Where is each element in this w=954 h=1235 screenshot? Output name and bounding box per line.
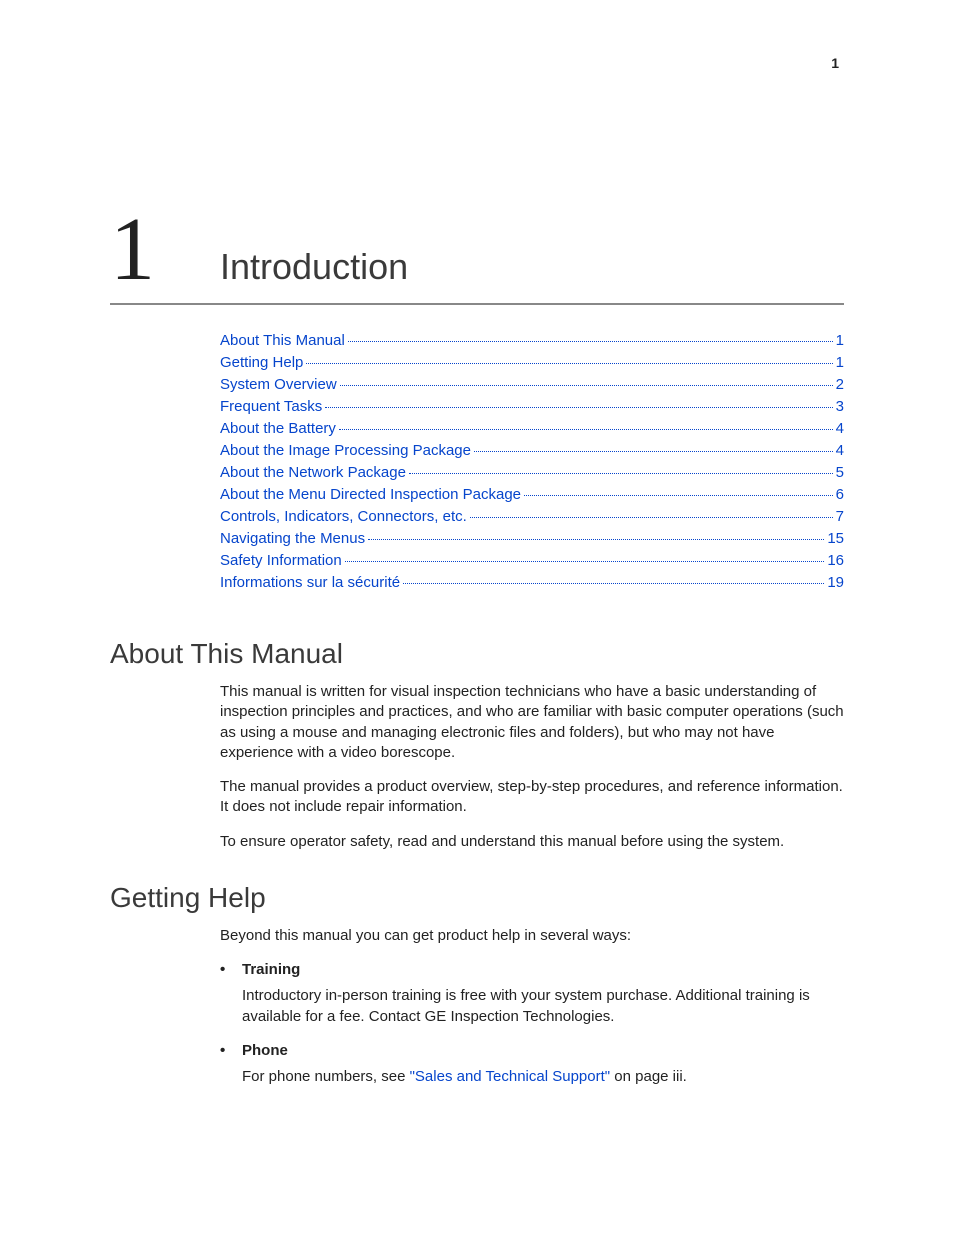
toc-leader: [474, 451, 833, 452]
section-heading-about-manual: About This Manual: [110, 638, 844, 670]
toc-title: System Overview: [220, 374, 337, 395]
list-item: • Training: [220, 960, 844, 980]
toc-leader: [339, 429, 833, 430]
table-of-contents: About This Manual 1 Getting Help 1 Syste…: [220, 330, 844, 593]
toc-entry[interactable]: Controls, Indicators, Connectors, etc. 7: [220, 506, 844, 527]
toc-page: 1: [836, 330, 844, 351]
list-item: • Phone: [220, 1041, 844, 1061]
toc-entry[interactable]: Informations sur la sécurité 19: [220, 572, 844, 593]
toc-title: Frequent Tasks: [220, 396, 322, 417]
list-item-label: Phone: [242, 1041, 288, 1061]
list-item-label: Training: [242, 960, 300, 980]
bullet-icon: •: [220, 1041, 242, 1061]
toc-leader: [403, 583, 824, 584]
toc-leader: [368, 539, 824, 540]
paragraph: This manual is written for visual inspec…: [220, 682, 844, 763]
toc-page: 4: [836, 418, 844, 439]
toc-page: 19: [827, 572, 844, 593]
list-item-body: Introductory in-person training is free …: [242, 986, 844, 1027]
toc-title: Controls, Indicators, Connectors, etc.: [220, 506, 467, 527]
toc-page: 3: [836, 396, 844, 417]
toc-entry[interactable]: About the Image Processing Package 4: [220, 440, 844, 461]
toc-page: 5: [836, 462, 844, 483]
paragraph: To ensure operator safety, read and unde…: [220, 832, 844, 852]
paragraph: Beyond this manual you can get product h…: [220, 926, 844, 946]
toc-entry[interactable]: About the Menu Directed Inspection Packa…: [220, 484, 844, 505]
text: on page iii.: [610, 1068, 687, 1085]
chapter-number: 1: [110, 205, 220, 295]
toc-title: Getting Help: [220, 352, 303, 373]
toc-page: 6: [836, 484, 844, 505]
toc-page: 15: [827, 528, 844, 549]
toc-entry[interactable]: About This Manual 1: [220, 330, 844, 351]
toc-title: Safety Information: [220, 550, 342, 571]
toc-title: About the Image Processing Package: [220, 440, 471, 461]
toc-leader: [470, 517, 833, 518]
toc-page: 1: [836, 352, 844, 373]
section-heading-getting-help: Getting Help: [110, 882, 844, 914]
page: 1 1 Introduction About This Manual 1 Get…: [0, 0, 954, 1173]
section-body-getting-help: Beyond this manual you can get product h…: [220, 926, 844, 946]
toc-entry[interactable]: Getting Help 1: [220, 352, 844, 373]
toc-title: About This Manual: [220, 330, 345, 351]
toc-leader: [524, 495, 833, 496]
cross-reference-link[interactable]: "Sales and Technical Support": [410, 1068, 611, 1085]
toc-title: Navigating the Menus: [220, 528, 365, 549]
toc-leader: [306, 363, 832, 364]
toc-entry[interactable]: System Overview 2: [220, 374, 844, 395]
paragraph: The manual provides a product overview, …: [220, 777, 844, 818]
toc-page: 7: [836, 506, 844, 527]
toc-page: 16: [827, 550, 844, 571]
text: For phone numbers, see: [242, 1068, 410, 1085]
toc-entry[interactable]: Safety Information 16: [220, 550, 844, 571]
toc-page: 2: [836, 374, 844, 395]
list-item-body: For phone numbers, see "Sales and Techni…: [242, 1067, 844, 1087]
toc-entry[interactable]: Frequent Tasks 3: [220, 396, 844, 417]
toc-leader: [345, 561, 825, 562]
toc-title: About the Network Package: [220, 462, 406, 483]
chapter-title: Introduction: [220, 246, 408, 288]
toc-title: About the Menu Directed Inspection Packa…: [220, 484, 521, 505]
toc-title: Informations sur la sécurité: [220, 572, 400, 593]
toc-entry[interactable]: About the Battery 4: [220, 418, 844, 439]
toc-entry[interactable]: About the Network Package 5: [220, 462, 844, 483]
toc-page: 4: [836, 440, 844, 461]
section-body-about-manual: This manual is written for visual inspec…: [220, 682, 844, 852]
bullet-list: • Training Introductory in-person traini…: [220, 960, 844, 1087]
toc-leader: [409, 473, 833, 474]
page-number: 1: [831, 55, 839, 71]
toc-leader: [340, 385, 833, 386]
toc-title: About the Battery: [220, 418, 336, 439]
toc-entry[interactable]: Navigating the Menus 15: [220, 528, 844, 549]
toc-leader: [325, 407, 832, 408]
chapter-header: 1 Introduction: [110, 205, 844, 305]
bullet-icon: •: [220, 960, 242, 980]
toc-leader: [348, 341, 833, 342]
